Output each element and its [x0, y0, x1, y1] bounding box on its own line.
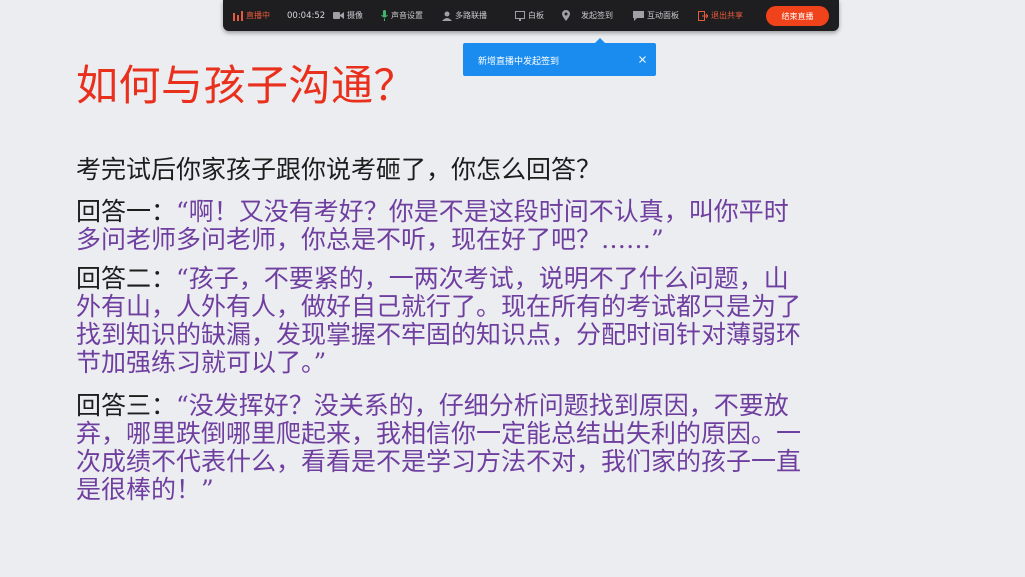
- answer-quote: 节加强练习就可以了。”: [76, 348, 327, 377]
- answer-quote: 次成绩不代表什么，看看是不是学习方法不对，我们家的孩子一直: [76, 447, 802, 476]
- answer-label: 回答一：: [76, 197, 177, 226]
- slide-question: 考完试后你家孩子跟你说考砸了，你怎么回答？: [76, 155, 602, 184]
- answer-label: 回答三：: [76, 391, 177, 420]
- slide-title: 如何与孩子沟通？: [76, 61, 417, 110]
- answer-quote: “孩子，不要紧的，一两次考试，说明不了什么问题，山: [176, 264, 789, 293]
- toolbar-multicast-label: 多路联播: [455, 11, 487, 20]
- camera-icon: [333, 11, 344, 20]
- timer-text: 00:04:52: [287, 10, 326, 21]
- location-pin-icon: [562, 10, 570, 21]
- checkin-toast: 新增直播中发起签到: [463, 43, 656, 76]
- answer-two: 回答二：“孩子，不要紧的，一两次考试，说明不了什么问题，山 外有山，人外有人，做…: [76, 265, 956, 377]
- toolbar-camera-label: 摄像: [347, 11, 363, 20]
- toolbar-checkin[interactable]: 发起签到: [562, 0, 613, 31]
- chat-icon: [633, 10, 644, 21]
- answer-quote: 找到知识的缺漏，发现掌握不牢固的知识点，分配时间针对薄弱环: [76, 320, 802, 349]
- toolbar-audio[interactable]: 声音设置: [381, 0, 423, 31]
- slide-canvas: 直播中 00:04:52 摄像 声音设置 多路联播 白板 发起签到 互动面板 退…: [0, 0, 1025, 577]
- toolbar-exit-share-label: 退出共享: [711, 11, 743, 20]
- live-timer: 00:04:52: [287, 0, 325, 31]
- answer-quote: 弃，哪里跌倒哪里爬起来，我相信你一定能总结出失利的原因。一: [76, 419, 802, 448]
- toolbar-multicast[interactable]: 多路联播: [442, 0, 487, 31]
- toolbar-camera[interactable]: 摄像: [333, 0, 363, 31]
- toolbar-whiteboard-label: 白板: [528, 11, 544, 20]
- answer-line: 回答二：“孩子，不要紧的，一两次考试，说明不了什么问题，山: [76, 265, 956, 293]
- toolbar-interaction[interactable]: 互动面板: [633, 0, 679, 31]
- toolbar-whiteboard[interactable]: 白板: [515, 0, 544, 31]
- answer-three: 回答三：“没发挥好？没关系的，仔细分析问题找到原因，不要放 弃，哪里跌倒哪里爬起…: [76, 392, 956, 504]
- answer-quote: 外有山，人外有人，做好自己就行了。现在所有的考试都只是为了: [76, 292, 802, 321]
- answer-label: 回答二：: [76, 264, 177, 293]
- live-toolbar: 直播中 00:04:52 摄像 声音设置 多路联播 白板 发起签到 互动面板 退…: [223, 0, 839, 31]
- exit-share-icon: [698, 10, 708, 21]
- toast-close-icon[interactable]: [639, 56, 646, 66]
- toolbar-audio-label: 声音设置: [391, 11, 423, 20]
- answer-line: 回答一：“啊！又没有考好？你是不是这段时间不认真，叫你平时: [76, 198, 956, 226]
- answer-quote: 是很棒的！”: [76, 475, 214, 504]
- toolbar-checkin-label: 发起签到: [581, 11, 613, 20]
- answer-quote: “啊！又没有考好？你是不是这段时间不认真，叫你平时: [176, 197, 789, 226]
- answer-one: 回答一：“啊！又没有考好？你是不是这段时间不认真，叫你平时 多问老师多问老师，你…: [76, 198, 956, 254]
- end-live-button[interactable]: 结束直播: [766, 6, 829, 26]
- toolbar-interaction-label: 互动面板: [647, 11, 679, 20]
- toast-message: 新增直播中发起签到: [478, 57, 560, 67]
- answer-quote: 多问老师多问老师，你总是不听，现在好了吧？……”: [76, 225, 664, 254]
- live-bars-icon: [233, 10, 243, 21]
- toolbar-exit-share[interactable]: 退出共享: [698, 0, 743, 31]
- answer-line: 回答三：“没发挥好？没关系的，仔细分析问题找到原因，不要放: [76, 392, 956, 420]
- live-label: 直播中: [246, 11, 270, 20]
- whiteboard-icon: [515, 10, 525, 21]
- answer-quote: “没发挥好？没关系的，仔细分析问题找到原因，不要放: [176, 391, 789, 420]
- live-status: 直播中: [233, 0, 270, 31]
- user-icon: [442, 11, 452, 21]
- microphone-icon: [381, 10, 388, 21]
